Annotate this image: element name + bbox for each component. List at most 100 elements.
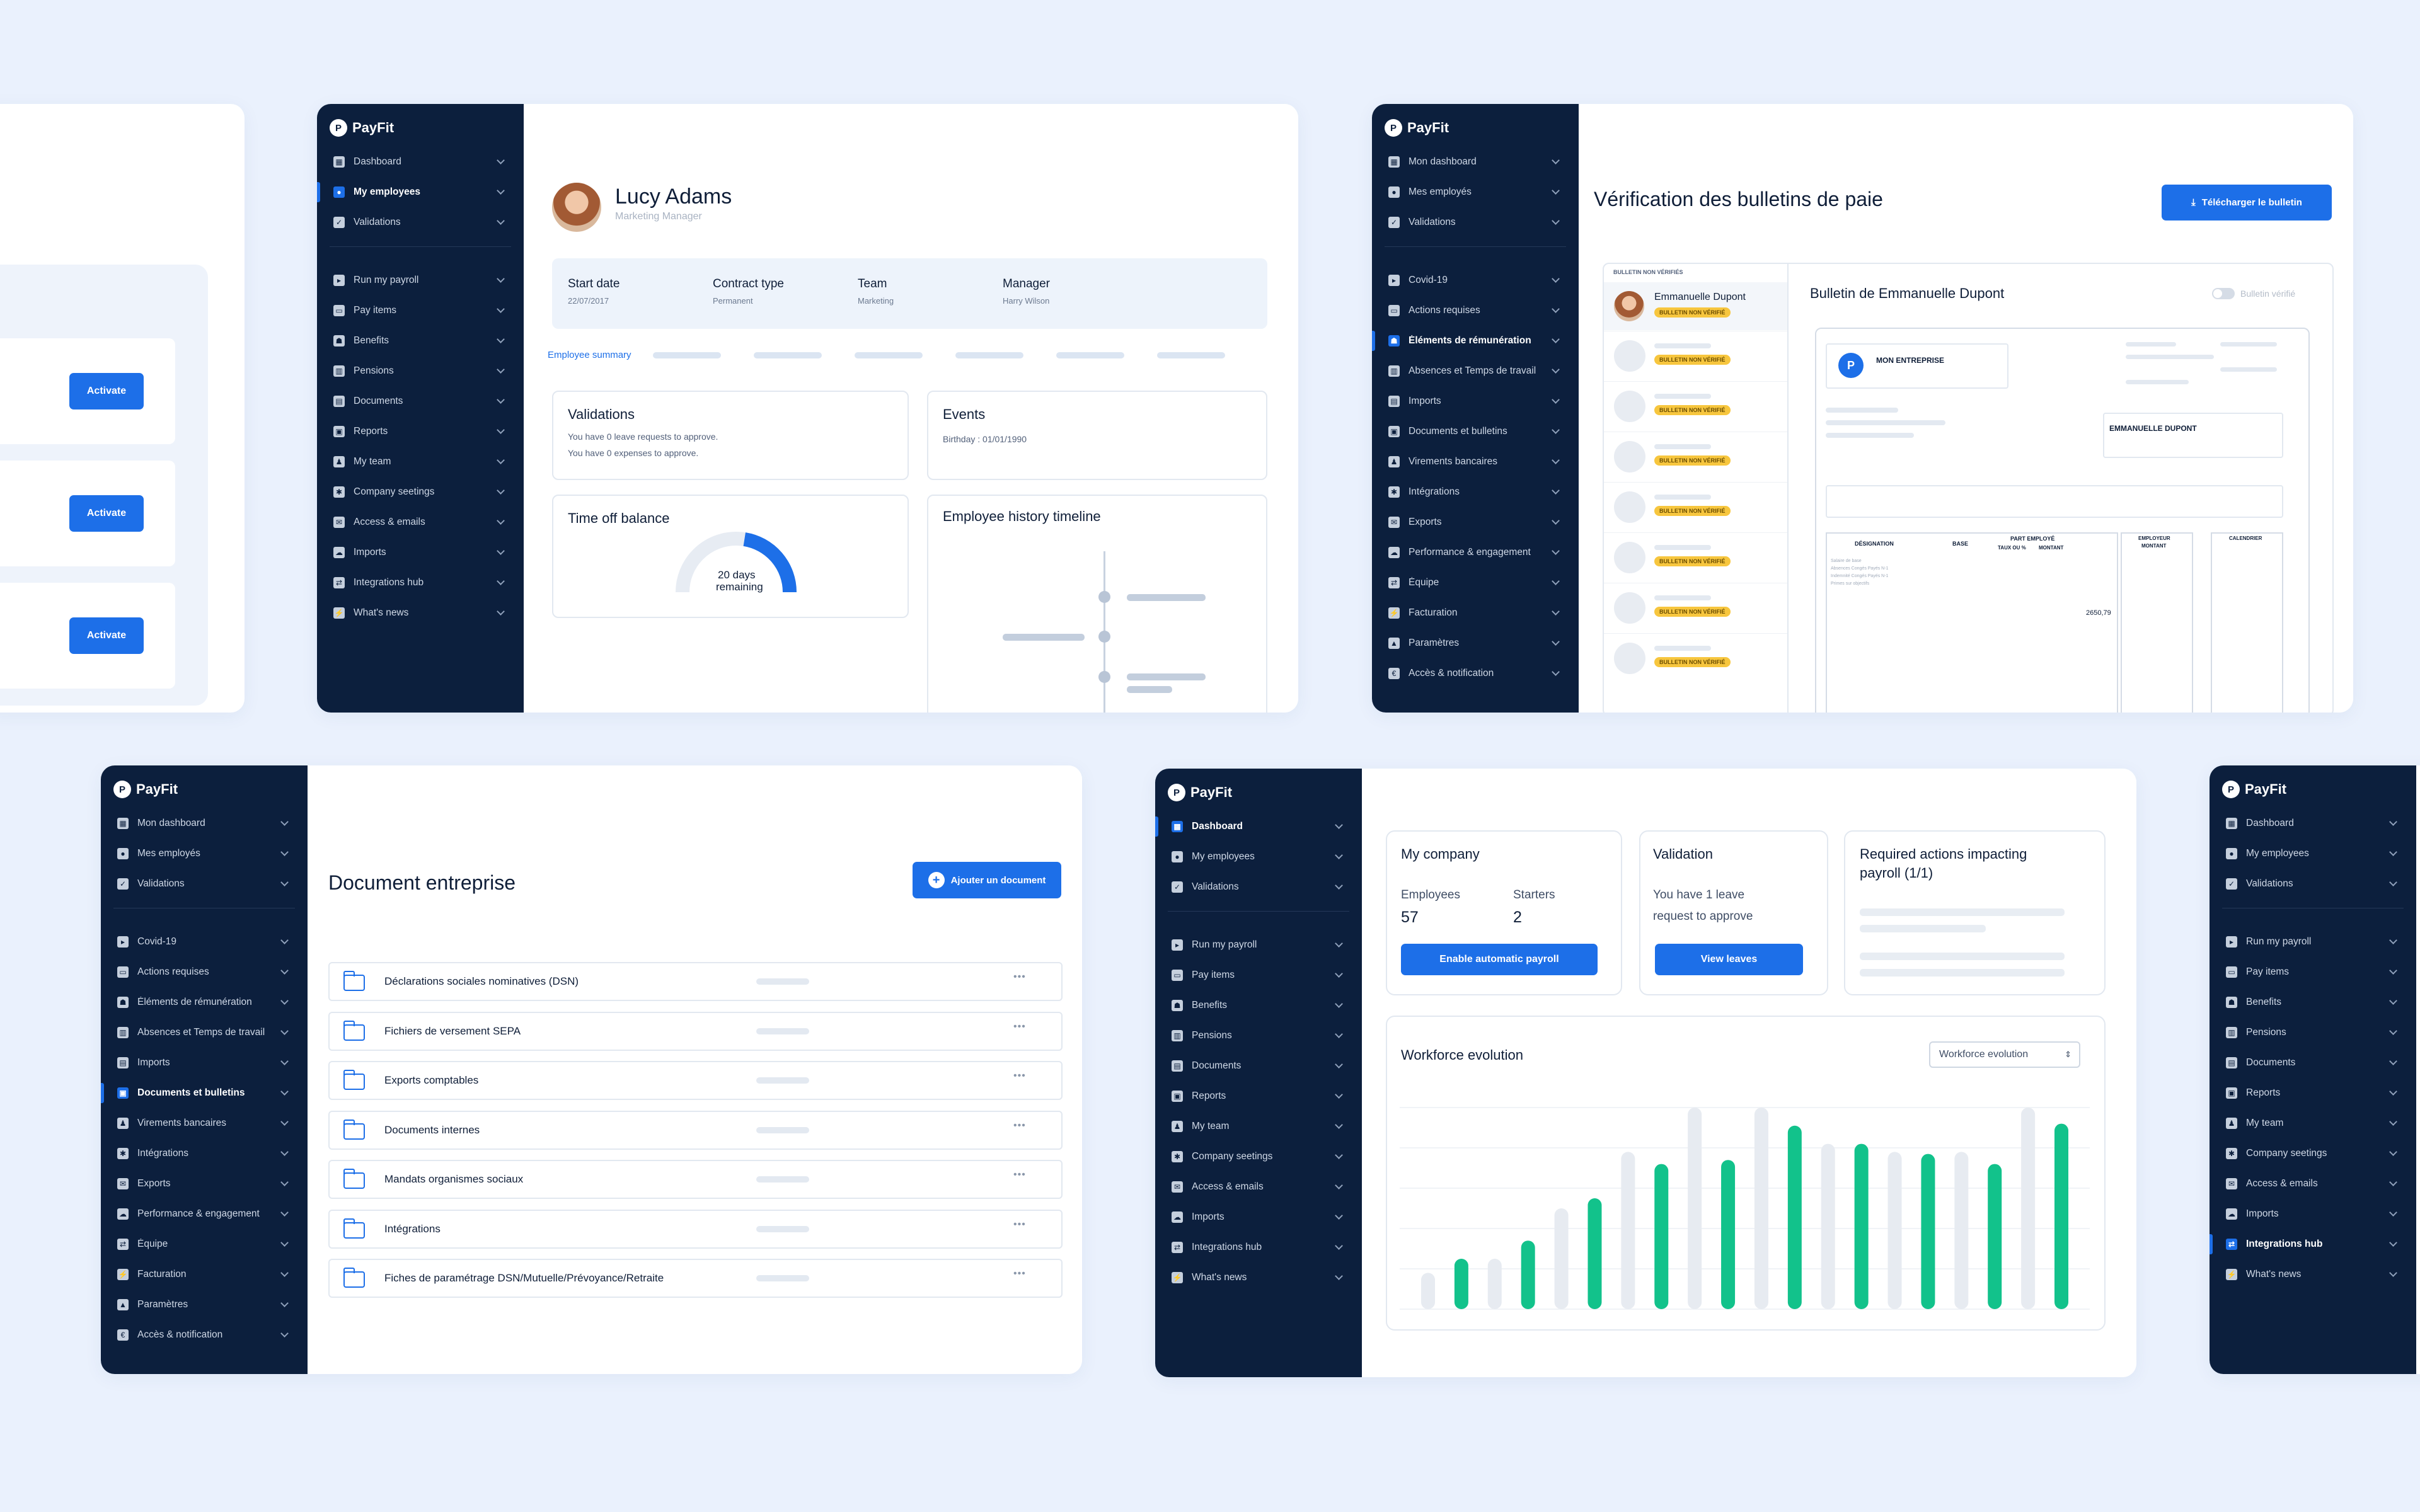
sidebar-item[interactable]: ✓ Validations — [2210, 869, 2416, 899]
sidebar-item[interactable]: ⇄ Équipe — [101, 1229, 308, 1259]
sidebar-item[interactable]: ▭ Actions requises — [1372, 295, 1579, 326]
sidebar-item[interactable]: ♟ My team — [317, 447, 524, 477]
activate-button[interactable]: Activate — [69, 617, 144, 654]
sidebar-item[interactable]: ☗ Benefits — [317, 326, 524, 356]
sidebar-item[interactable]: ♟ Virements bancaires — [101, 1108, 308, 1138]
sidebar-item[interactable]: ☁ Performance & engagement — [1372, 537, 1579, 568]
tab-placeholder[interactable] — [754, 352, 822, 358]
sidebar-item[interactable]: ✉ Exports — [1372, 507, 1579, 537]
workforce-select[interactable]: Workforce evolution ⇕ — [1929, 1041, 2080, 1068]
more-options-icon[interactable]: ••• — [1013, 1219, 1026, 1230]
sidebar-item[interactable]: ● Mes employés — [1372, 177, 1579, 207]
tab-placeholder[interactable] — [653, 352, 721, 358]
sidebar-item[interactable]: ▭ Actions requises — [101, 957, 308, 987]
brand-logo[interactable]: P PayFit — [2210, 765, 2416, 803]
sidebar-item[interactable]: ▣ Reports — [317, 416, 524, 447]
activate-button[interactable]: Activate — [69, 373, 144, 410]
sidebar-item[interactable]: ☁ Imports — [317, 537, 524, 568]
sidebar-item[interactable]: ▣ Documents et bulletins — [1372, 416, 1579, 447]
sidebar-item[interactable]: ▸ Run my payroll — [317, 265, 524, 295]
sidebar-item[interactable]: ⇄ Équipe — [1372, 568, 1579, 598]
sidebar-item[interactable]: ✓ Validations — [101, 869, 308, 899]
download-payslip-button[interactable]: ⤓ Télécharger le bulletin — [2162, 185, 2332, 220]
sidebar-item[interactable]: ▭ Pay items — [1155, 960, 1362, 990]
sidebar-item[interactable]: ♟ My team — [1155, 1111, 1362, 1142]
sidebar-item[interactable]: ▸ Run my payroll — [2210, 927, 2416, 957]
add-document-button[interactable]: + Ajouter un document — [913, 862, 1061, 898]
sidebar-item[interactable]: ✱ Intégrations — [101, 1138, 308, 1169]
sidebar-item[interactable]: ▭ Pay items — [2210, 957, 2416, 987]
sidebar-item[interactable]: ● My employees — [1155, 842, 1362, 872]
sidebar-item[interactable]: ⇄ Integrations hub — [1155, 1232, 1362, 1263]
sidebar-item[interactable]: ▤ Documents — [317, 386, 524, 416]
sidebar-item[interactable]: ▦ Dashboard — [317, 147, 524, 177]
sidebar-item[interactable]: ⚡ Facturation — [1372, 598, 1579, 628]
sidebar-item[interactable]: ● Mes employés — [101, 839, 308, 869]
sidebar-item[interactable]: ✱ Company seetings — [1155, 1142, 1362, 1172]
sidebar-item[interactable]: ▸ Covid-19 — [1372, 265, 1579, 295]
sidebar-item[interactable]: ▥ Pensions — [1155, 1021, 1362, 1051]
sidebar-item[interactable]: ☗ Éléments de rémunération — [101, 987, 308, 1017]
sidebar-item[interactable]: ⇄ Integrations hub — [2210, 1229, 2416, 1259]
sidebar-item[interactable]: € Accès & notification — [101, 1320, 308, 1350]
activate-button[interactable]: Activate — [69, 495, 144, 532]
sidebar-item[interactable]: ▤ Imports — [101, 1048, 308, 1078]
sidebar-item[interactable]: ▸ Covid-19 — [101, 927, 308, 957]
tab-employee-summary[interactable]: Employee summary — [548, 350, 631, 360]
sidebar-item[interactable]: ✓ Validations — [1155, 872, 1362, 902]
sidebar-item[interactable]: ● My employees — [317, 177, 524, 207]
tab-placeholder[interactable] — [1157, 352, 1225, 358]
more-options-icon[interactable]: ••• — [1013, 1268, 1026, 1280]
tab-placeholder[interactable] — [1056, 352, 1124, 358]
sidebar-item[interactable]: ▥ Absences et Temps de travail — [1372, 356, 1579, 386]
enable-automatic-payroll-button[interactable]: Enable automatic payroll — [1401, 944, 1598, 975]
sidebar-item[interactable]: ● My employees — [2210, 839, 2416, 869]
more-options-icon[interactable]: ••• — [1013, 1070, 1026, 1082]
sidebar-item[interactable]: ⇄ Integrations hub — [317, 568, 524, 598]
brand-logo[interactable]: P PayFit — [101, 765, 308, 803]
sidebar-item[interactable]: ⚡ What's news — [317, 598, 524, 628]
sidebar-item[interactable]: ✉ Access & emails — [317, 507, 524, 537]
sidebar-item[interactable]: ✉ Access & emails — [1155, 1172, 1362, 1202]
sidebar-item[interactable]: ☁ Performance & engagement — [101, 1199, 308, 1229]
sidebar-item[interactable]: ▭ Pay items — [317, 295, 524, 326]
sidebar-item[interactable]: ▦ Mon dashboard — [101, 808, 308, 839]
more-options-icon[interactable]: ••• — [1013, 1120, 1026, 1131]
sidebar-item[interactable]: ✱ Intégrations — [1372, 477, 1579, 507]
brand-logo[interactable]: P PayFit — [1155, 769, 1362, 806]
more-options-icon[interactable]: ••• — [1013, 971, 1026, 983]
sidebar-item[interactable]: ♟ Virements bancaires — [1372, 447, 1579, 477]
sidebar-item[interactable]: ▲ Paramètres — [1372, 628, 1579, 658]
brand-logo[interactable]: P PayFit — [317, 104, 524, 142]
more-options-icon[interactable]: ••• — [1013, 1169, 1026, 1181]
verified-toggle[interactable] — [2212, 288, 2235, 299]
sidebar-item[interactable]: ☁ Imports — [2210, 1199, 2416, 1229]
sidebar-item[interactable]: ▸ Run my payroll — [1155, 930, 1362, 960]
sidebar-item[interactable]: ▤ Documents — [1155, 1051, 1362, 1081]
sidebar-item[interactable]: ▦ Dashboard — [1155, 811, 1362, 842]
sidebar-item[interactable]: ▦ Dashboard — [2210, 808, 2416, 839]
sidebar-item[interactable]: ✉ Exports — [101, 1169, 308, 1199]
sidebar-item[interactable]: ▲ Paramètres — [101, 1290, 308, 1320]
sidebar-item[interactable]: ⚡ What's news — [1155, 1263, 1362, 1293]
sidebar-item[interactable]: ▥ Pensions — [317, 356, 524, 386]
tab-placeholder[interactable] — [955, 352, 1023, 358]
sidebar-item[interactable]: ✓ Validations — [1372, 207, 1579, 238]
sidebar-item[interactable]: ▥ Pensions — [2210, 1017, 2416, 1048]
sidebar-item[interactable]: ▥ Absences et Temps de travail — [101, 1017, 308, 1048]
sidebar-item[interactable]: ✱ Company seetings — [317, 477, 524, 507]
sidebar-item[interactable]: ☗ Benefits — [2210, 987, 2416, 1017]
sidebar-item[interactable]: ▣ Reports — [1155, 1081, 1362, 1111]
sidebar-item[interactable]: ☗ Benefits — [1155, 990, 1362, 1021]
sidebar-item[interactable]: ⚡ What's news — [2210, 1259, 2416, 1290]
sidebar-item[interactable]: ▣ Reports — [2210, 1078, 2416, 1108]
sidebar-item[interactable]: ✓ Validations — [317, 207, 524, 238]
sidebar-item[interactable]: ▦ Mon dashboard — [1372, 147, 1579, 177]
sidebar-item[interactable]: ▤ Documents — [2210, 1048, 2416, 1078]
sidebar-item[interactable]: ▣ Documents et bulletins — [101, 1078, 308, 1108]
view-leaves-button[interactable]: View leaves — [1655, 944, 1803, 975]
sidebar-item[interactable]: ☁ Imports — [1155, 1202, 1362, 1232]
brand-logo[interactable]: P PayFit — [1372, 104, 1579, 142]
sidebar-item[interactable]: ✱ Company seetings — [2210, 1138, 2416, 1169]
sidebar-item[interactable]: ▤ Imports — [1372, 386, 1579, 416]
